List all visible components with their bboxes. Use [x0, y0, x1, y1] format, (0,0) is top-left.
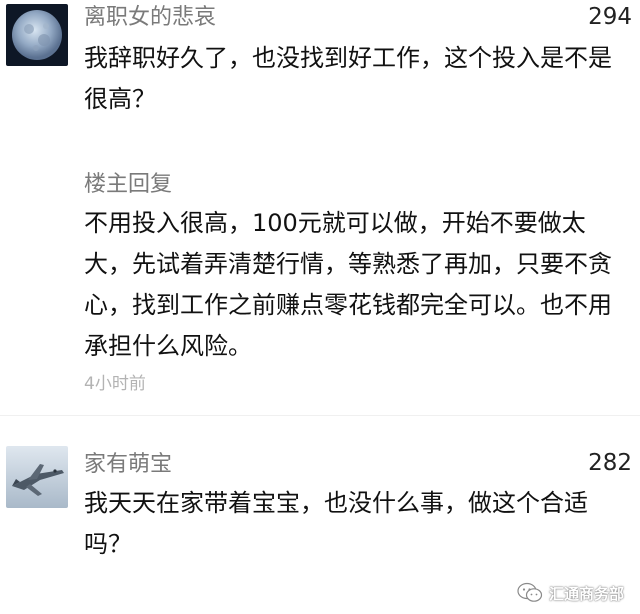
reply-text: 不用投入很高，100元就可以做，开始不要做太大，先试着弄清楚行情，等熟悉了再加，…	[84, 209, 612, 360]
comment-divider	[0, 415, 640, 416]
like-count[interactable]: 282	[588, 449, 632, 477]
avatar[interactable]	[6, 4, 68, 66]
jet-avatar-icon	[6, 446, 68, 508]
reply-label: 楼主回复	[84, 172, 173, 197]
moon-avatar-icon	[6, 4, 68, 66]
comment-text: 我天天在家带着宝宝，也没什么事，做这个合适吗？	[84, 489, 588, 558]
comment-timestamp: 4小时前	[84, 374, 146, 394]
avatar[interactable]	[6, 446, 68, 508]
comment-username[interactable]: 离职女的悲哀	[84, 4, 216, 32]
comment-text: 我辞职好久了，也没找到好工作，这个投入是不是很高？	[84, 44, 612, 113]
comment-username[interactable]: 家有萌宝	[84, 451, 172, 479]
wechat-icon	[517, 582, 543, 602]
watermark: 汇通商务部	[517, 582, 624, 604]
watermark-text: 汇通商务部	[548, 584, 624, 603]
like-count[interactable]: 294	[588, 3, 632, 31]
